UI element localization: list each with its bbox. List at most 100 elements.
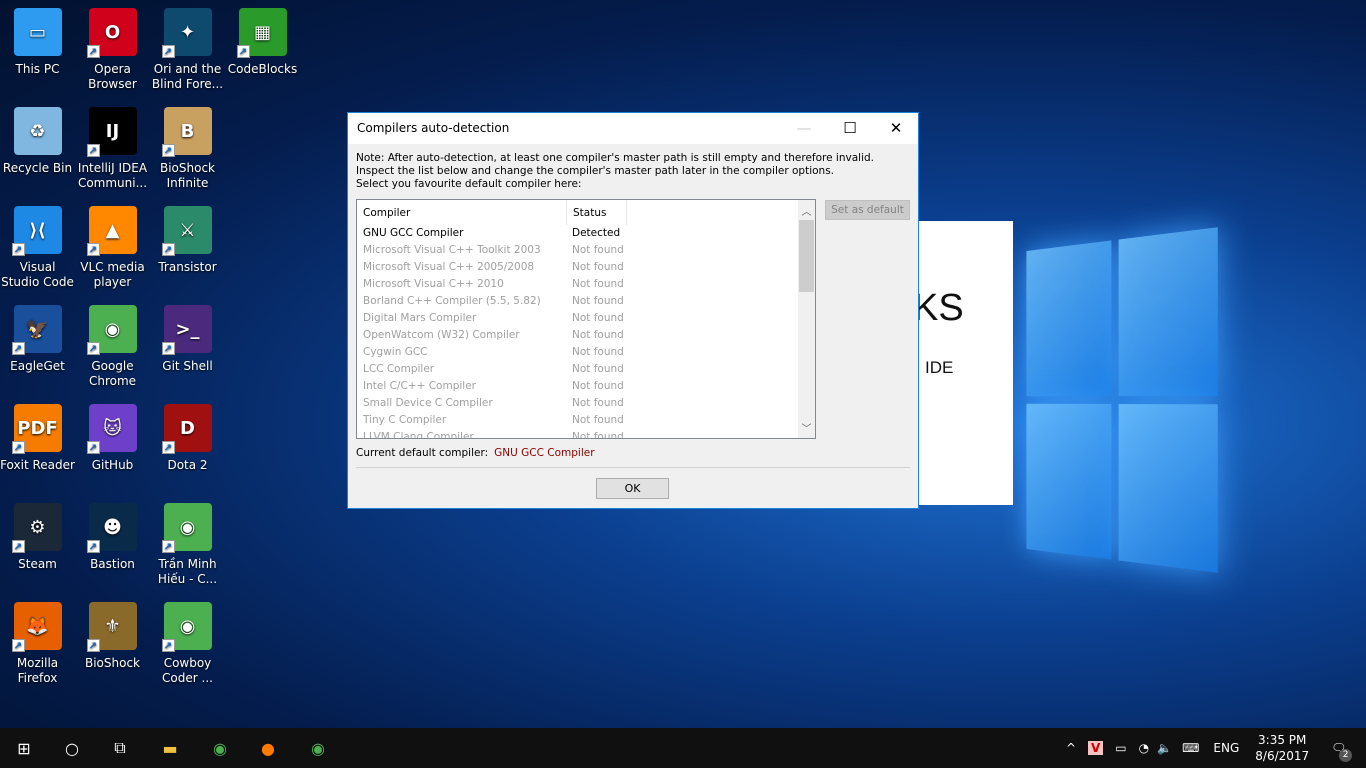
scrollbar-thumb[interactable] (799, 220, 814, 292)
desktop-icon[interactable]: 🐱 ↗ GitHub (75, 404, 150, 473)
app-icon: ◉ ↗ (86, 305, 137, 355)
desktop-icon[interactable]: ◉ ↗ Trần Minh Hiếu - C... (150, 503, 225, 587)
app-glyph: ⚔ (179, 219, 196, 241)
compiler-row[interactable]: Intel C/C++ Compiler Not found (357, 378, 815, 395)
app-icon: B ↗ (161, 107, 212, 157)
notification-count: 2 (1339, 749, 1353, 762)
app-icon: 🦊 ↗ (11, 602, 62, 652)
app-icon: ⚔ ↗ (161, 206, 212, 256)
compiler-row[interactable]: LLVM Clang Compiler Not found (357, 429, 815, 439)
shortcut-arrow-icon: ↗ (86, 441, 100, 454)
app-icon: 🦅 ↗ (11, 305, 62, 355)
search-button[interactable]: ○ (48, 728, 96, 768)
splash-ide-text: IDE (925, 358, 954, 377)
compiler-status: Not found (572, 380, 624, 392)
maximize-button[interactable]: ☐ (827, 113, 873, 144)
desktop-icon[interactable]: ⟩⟨ ↗ Visual Studio Code (0, 206, 75, 290)
app-icon: ♻ (13, 107, 62, 155)
compiler-row[interactable]: Cygwin GCC Not found (357, 344, 815, 361)
desktop-icon[interactable]: >_ ↗ Git Shell (150, 305, 225, 374)
battery-icon[interactable]: ▭ (1115, 741, 1126, 755)
desktop-icon[interactable]: ⚙ ↗ Steam (0, 503, 75, 572)
compiler-row[interactable]: Microsoft Visual C++ 2010 Not found (357, 276, 815, 293)
desktop-icon[interactable]: ◉ ↗ Cowboy Coder ... (150, 602, 225, 686)
desktop-icon-label: Git Shell (162, 359, 213, 373)
desktop-icon[interactable]: ◉ ↗ Google Chrome (75, 305, 150, 389)
app-icon: PDF ↗ (11, 404, 62, 454)
clock[interactable]: 3:35 PM 8/6/2017 (1255, 732, 1309, 764)
note-text: Note: After auto-detection, at least one… (356, 152, 874, 190)
current-default-label: Current default compiler: (356, 447, 489, 459)
shortcut-arrow-icon: ↗ (11, 243, 25, 256)
chrome-icon: ◉ (213, 738, 227, 758)
shortcut-arrow-icon: ↗ (86, 45, 100, 58)
compiler-row[interactable]: Microsoft Visual C++ 2005/2008 Not found (357, 259, 815, 276)
app-icon: D ↗ (161, 404, 212, 454)
shortcut-arrow-icon: ↗ (86, 540, 100, 553)
compiler-row[interactable]: Tiny C Compiler Not found (357, 412, 815, 429)
app-glyph: B (180, 120, 195, 142)
desktop-icon[interactable]: ▦ ↗ CodeBlocks (225, 8, 300, 77)
codeblocks-splash: KS IDE (913, 221, 1013, 505)
desktop-icon[interactable]: ⚜ ↗ BioShock (75, 602, 150, 671)
app-icon: ▦ ↗ (236, 8, 287, 58)
compiler-row[interactable]: OpenWatcom (W32) Compiler Not found (357, 327, 815, 344)
compiler-row[interactable]: GNU GCC Compiler Detected (357, 225, 815, 242)
desktop-icon-label: VLC media player (80, 260, 145, 289)
taskbar-chrome-profile[interactable]: ◉ (294, 728, 342, 768)
desktop-icon-label: Bastion (90, 557, 135, 571)
desktop-icon[interactable]: PDF ↗ Foxit Reader (0, 404, 75, 473)
desktop-icon[interactable]: ⚔ ↗ Transistor (150, 206, 225, 275)
scroll-down-icon[interactable]: ﹀ (798, 420, 815, 435)
compiler-list[interactable]: Compiler Status GNU GCC Compiler Detected… (356, 199, 816, 439)
desktop-icon[interactable]: ▲ ↗ VLC media player (75, 206, 150, 290)
compiler-name: Microsoft Visual C++ 2005/2008 (363, 261, 535, 273)
desktop-icon[interactable]: B ↗ BioShock Infinite (150, 107, 225, 191)
desktop-icon-label: BioShock Infinite (159, 161, 216, 190)
keyboard-icon[interactable]: ⌨ (1182, 741, 1199, 755)
desktop-icon[interactable]: 🦊 ↗ Mozilla Firefox (0, 602, 75, 686)
desktop-icon[interactable]: ✦ ↗ Ori and the Blind Fore... (150, 8, 225, 92)
desktop-icon[interactable]: ☻ ↗ Bastion (75, 503, 150, 572)
desktop-icon[interactable]: 🦅 ↗ EagleGet (0, 305, 75, 374)
minimize-button[interactable]: — (781, 113, 827, 144)
column-status[interactable]: Status (567, 200, 627, 225)
task-view-button[interactable]: ⧉ (96, 728, 144, 768)
compiler-status: Not found (572, 363, 624, 375)
scroll-up-icon[interactable]: ︿ (798, 203, 815, 218)
desktop-icon-label: BioShock (84, 656, 141, 670)
close-button[interactable]: ✕ (873, 113, 919, 144)
compiler-row[interactable]: Digital Mars Compiler Not found (357, 310, 815, 327)
start-button[interactable]: ⊞ (0, 728, 48, 768)
language-indicator[interactable]: ENG (1213, 741, 1239, 755)
desktop-icon[interactable]: D ↗ Dota 2 (150, 404, 225, 473)
wifi-icon[interactable]: ◔ (1139, 741, 1149, 755)
action-center-button[interactable]: 🗨 2 (1331, 741, 1353, 762)
volume-icon[interactable]: 🔈 (1157, 741, 1172, 755)
column-compiler[interactable]: Compiler (357, 200, 567, 225)
show-hidden-icons-chevron-icon[interactable]: ^ (1066, 741, 1080, 755)
app-glyph: 🐱 (103, 417, 122, 439)
taskbar-chrome[interactable]: ◉ (196, 728, 244, 768)
compiler-status: Not found (572, 312, 624, 324)
taskbar-firefox[interactable]: ● (244, 728, 292, 768)
shortcut-arrow-icon: ↗ (11, 441, 25, 454)
shortcut-arrow-icon: ↗ (86, 342, 100, 355)
ok-button[interactable]: OK (596, 478, 669, 499)
desktop-icon[interactable]: IJ ↗ IntelliJ IDEA Communi... (75, 107, 150, 191)
compiler-row[interactable]: Microsoft Visual C++ Toolkit 2003 Not fou… (357, 242, 815, 259)
compiler-row[interactable]: LCC Compiler Not found (357, 361, 815, 378)
set-as-default-button[interactable]: Set as default (825, 200, 910, 220)
desktop-icon[interactable]: O ↗ Opera Browser (75, 8, 150, 92)
taskbar-file-explorer[interactable]: ▬ (146, 728, 194, 768)
desktop-icon[interactable]: ▭ This PC (0, 8, 75, 77)
compiler-name: LLVM Clang Compiler (363, 431, 474, 439)
vietkey-icon[interactable]: V (1088, 741, 1104, 755)
compiler-name: Microsoft Visual C++ 2010 (363, 278, 504, 290)
desktop-icon[interactable]: ♻ Recycle Bin (0, 107, 75, 176)
compiler-row[interactable]: Borland C++ Compiler (5.5, 5.82) Not foun… (357, 293, 815, 310)
scrollbar[interactable]: ︿ ﹀ (798, 200, 815, 438)
compiler-row[interactable]: Small Device C Compiler Not found (357, 395, 815, 412)
app-glyph: PDF (17, 417, 58, 439)
desktop-icon-label: Steam (18, 557, 57, 571)
